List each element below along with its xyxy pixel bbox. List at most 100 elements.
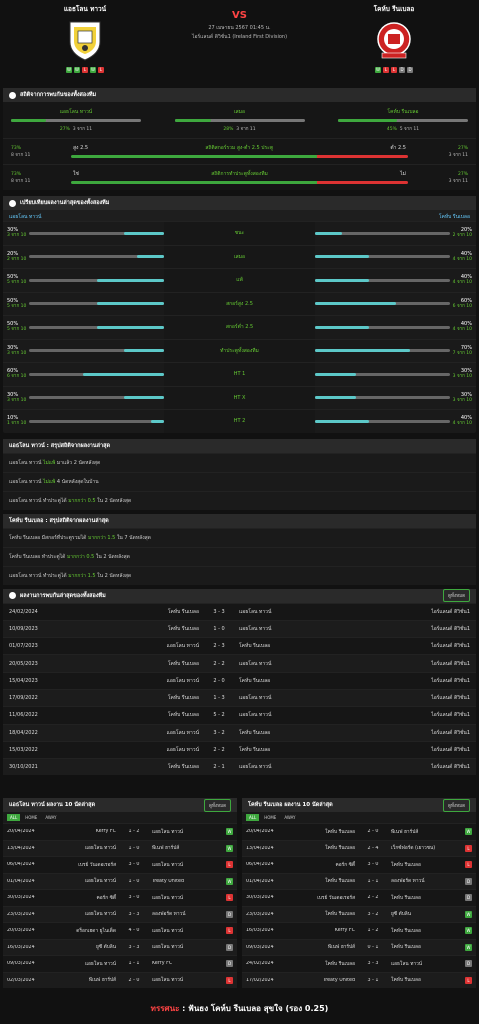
over-under-title: สถิติสกอร์รวม สูง-ต่ำ 2.5 ประตู — [205, 144, 274, 151]
compare-home-games: 1 จาก 10 — [7, 421, 27, 427]
compare-away-value: 20% 2 จาก 10 — [450, 227, 472, 239]
table-row[interactable]: 11/06/2022 โคห์บ รีนเบลอ 5 - 2 แอธโลน ทาวน์… — [3, 706, 476, 724]
btts-row: 73% 8 จาก 11 ใช่ สถิติการทำประตูทั้งสองทีม… — [3, 164, 476, 190]
home-team: Kerry FC — [95, 829, 116, 835]
compare-row: 30% 3 จาก 10 HT X 30% 3 จาก 10 — [3, 385, 476, 409]
table-row[interactable]: 10/09/2023 โคห์บ รีนเบลอ 1 - 0 แอธโลน ทาวน์… — [3, 619, 476, 638]
score: 3 - 3 — [367, 961, 379, 967]
match-date: 23/03/2024 — [246, 911, 274, 917]
score: 2 - 0 — [128, 977, 140, 983]
match-date: 15/04/2023 — [9, 677, 38, 684]
away-team: พีเนฟ ฮาร์ปส์ — [152, 846, 180, 852]
summary-text: ใน 2 นัดหลังสุด — [94, 553, 130, 560]
table-row[interactable]: 30/03/2024 คอร์ก ซิตี้ 3 - 0 แอธโลน ทาวน์ L — [3, 889, 237, 906]
away-win-bar — [338, 119, 468, 122]
vs-label: VS — [232, 10, 247, 21]
table-row[interactable]: 24/02/2024 โคห์บ รีนเบลอ 3 - 3 แอธโลน ทาวน์… — [3, 602, 476, 620]
view-all-button[interactable]: ดูทั้งหมด — [204, 798, 231, 812]
compare-home-value: 30% 3 จาก 10 — [7, 392, 29, 404]
table-row[interactable]: 01/04/2024 แอธโลน ทาวน์ 1 - 0 Treaty United… — [3, 872, 237, 889]
table-row[interactable]: 01/07/2023 แอธโลน ทาวน์ 2 - 3 โคห์บ รีนเบลอ… — [3, 637, 476, 655]
compare-home-games: 3 จาก 10 — [7, 233, 27, 239]
table-row[interactable]: 18/04/2022 แอธโลน ทาวน์ 3 - 2 โคห์บ รีนเบลอ… — [3, 723, 476, 741]
home-team[interactable]: แอธโลน ทาวน์ WWLWL — [30, 4, 140, 73]
compare-row: 60% 6 จาก 10 HT 1 30% 3 จาก 10 — [3, 362, 476, 386]
home-win-pct: 27% — [59, 127, 70, 132]
tab-all[interactable]: ALL — [246, 814, 260, 821]
table-row[interactable]: 20/04/2024 โคห์บ รีนเบลอ 2 - 0 พีเนฟ ฮาร์ปส… — [242, 823, 476, 840]
table-row[interactable]: 30/10/2021 โคห์บ รีนเบลอ 2 - 1 แอธโลน ทาวน์… — [3, 758, 476, 776]
compare-away-value: 40% 4 จาก 10 — [450, 415, 472, 427]
score: 3 - 2 — [367, 911, 379, 917]
table-row[interactable]: 13/04/2024 โคห์บ รีนเบลอ 2 - 4 เว็กซ์ฟอร์ด … — [242, 839, 476, 856]
tab-all[interactable]: ALL — [7, 814, 21, 821]
form-badge: L — [383, 67, 389, 73]
view-all-button[interactable]: ดูทั้งหมด — [443, 589, 470, 602]
home-last10-header: แอธโลน ทาวน์ ผลงาน 10 นัดล่าสุด ดูทั้งหมด — [3, 798, 237, 812]
compare-home-bar — [29, 325, 164, 329]
away-team[interactable]: โคห์บ รีนเบลอ WLLDD — [339, 4, 449, 73]
table-row[interactable]: 20/04/2024 Kerry FC 1 - 2 แอธโลน ทาวน์ W — [3, 823, 237, 840]
score: 4 - 0 — [128, 928, 140, 934]
table-row[interactable]: 23/03/2024 แอธโลน ทาวน์ 3 - 3 ลองฟอร์ด ทาวน… — [3, 905, 237, 922]
table-row[interactable]: 15/04/2023 แอธโลน ทาวน์ 2 - 0 โคห์บ รีนเบลอ… — [3, 671, 476, 689]
tab-home[interactable]: HOME — [22, 814, 40, 821]
btts-no-label: ไม่ — [400, 170, 406, 177]
tab-away[interactable]: AWAY — [42, 814, 59, 821]
table-row[interactable]: 20/05/2023 โคห์บ รีนเบลอ 2 - 2 แอธโลน ทาวน์… — [3, 654, 476, 672]
home-win-label: แอธโลน ทาวน์ — [59, 109, 93, 115]
view-all-button[interactable]: ดูทั้งหมด — [443, 798, 470, 812]
compare-away-bar — [315, 231, 450, 235]
table-row[interactable]: 16/03/2024 ยูซี ดับลิน 3 - 3 แอธโลน ทาวน์ D — [3, 938, 237, 955]
compare-label: สกอร์สูง 2.5 — [164, 292, 315, 315]
away-team: แอธโลน ทาวน์ — [239, 764, 272, 771]
away-team: เว็กซ์ฟอร์ด (เยาวชน) — [391, 846, 436, 852]
compare-section: เปรียบเทียบผลงานล่าสุดของทั้งสองทีม แอธโ… — [3, 196, 476, 433]
compare-home-value: 10% 1 จาก 10 — [7, 415, 29, 427]
result-badge: D — [226, 943, 233, 951]
table-row[interactable]: 01/04/2024 โคห์บ รีนเบลอ 1 - 1 ลองฟอร์ด ทาว… — [242, 872, 476, 889]
away-win-games: 5 จาก 11 — [399, 127, 420, 132]
h2h-stats-header: สถิติจากการพบกันของทั้งสองทีม — [3, 88, 476, 102]
draw-games: 3 จาก 11 — [236, 127, 256, 132]
away-summary: โคห์บ รีนเบลอ : สรุปสถิติจากผลงานล่าสุด … — [3, 513, 476, 585]
compare-away-bar — [315, 349, 450, 353]
score: 3 - 2 — [213, 729, 225, 736]
table-row[interactable]: 17/09/2022 โคห์บ รีนเบลอ 1 - 3 แอธโลน ทาวน์… — [3, 688, 476, 707]
tab-away[interactable]: AWAY — [281, 814, 298, 821]
home-team: แอธโลน ทาวน์ — [84, 846, 116, 852]
table-row[interactable]: 06/04/2024 คอร์ก ซิตี้ 3 - 0 โคห์บ รีนเบลอ L — [242, 856, 476, 873]
league: ไอร์แลนด์ ดิวิชั่น1 — [431, 764, 470, 771]
summary-text: ใน 2 นัดหลังสุด — [95, 497, 132, 504]
compare-away-value: 40% 4 จาก 10 — [450, 274, 472, 286]
result-badge: D — [226, 960, 233, 968]
table-row[interactable]: 15/03/2022 แอธโลน ทาวน์ 2 - 2 โคห์บ รีนเบลอ… — [3, 740, 476, 759]
compare-away-value: 60% 6 จาก 10 — [450, 298, 472, 310]
compare-home-games: 5 จาก 10 — [7, 280, 27, 286]
summary-text: แอธโลน ทาวน์ — [9, 478, 42, 485]
compare-label: HT 1 — [164, 363, 315, 386]
table-row[interactable]: 23/03/2024 โคห์บ รีนเบลอ 3 - 2 ยูซี ดับลิน W — [242, 905, 476, 922]
match-date: 30/03/2024 — [246, 895, 274, 901]
compare-away-value: 40% 4 จาก 10 — [450, 251, 472, 263]
compare-row: 50% 5 จาก 10 สกอร์สูง 2.5 60% 6 จาก 10 — [3, 291, 476, 315]
table-row[interactable]: 17/02/2024 Treaty United 3 - 1 โคห์บ รีนเบล… — [242, 971, 476, 988]
home-team-name: แอธโลน ทาวน์ — [63, 5, 107, 13]
match-date: 30/03/2024 — [7, 895, 35, 901]
away-team: แอธโลน ทาวน์ — [239, 695, 272, 702]
table-row[interactable]: 24/02/2024 โคห์บ รีนเบลอ 3 - 3 แอธโลน ทาวน์… — [242, 955, 476, 972]
compare-label: เสมอ — [164, 245, 315, 268]
table-row[interactable]: 13/04/2024 แอธโลน ทาวน์ 1 - 0 พีเนฟ ฮาร์ปส์… — [3, 839, 237, 856]
league: ไอร์แลนด์ ดิวิชั่น1 — [431, 729, 470, 736]
summary-text: มากกว่า 0.5 — [68, 497, 96, 504]
tab-home[interactable]: HOME — [261, 814, 279, 821]
table-row[interactable]: 30/03/2024 เบรย์ วันเดอเรอร์ส 2 - 2 โคห์บ ร… — [242, 889, 476, 906]
score: 2 - 0 — [367, 829, 379, 835]
table-row[interactable]: 09/03/2024 พีเนฟ ฮาร์ปส์ 0 - 1 โคห์บ รีนเบล… — [242, 938, 476, 955]
table-row[interactable]: 16/03/2024 Kerry FC 1 - 2 โคห์บ รีนเบลอ W — [242, 922, 476, 939]
table-row[interactable]: 02/03/2024 พีเนฟ ฮาร์ปส์ 2 - 0 แอธโลน ทาวน์… — [3, 971, 237, 988]
table-row[interactable]: 06/04/2024 เบรย์ วันเดอเรอร์ส 3 - 0 แอธโลน … — [3, 856, 237, 873]
home-team: Kerry FC — [334, 928, 355, 934]
table-row[interactable]: 09/03/2024 แอธโลน ทาวน์ 1 - 1 Kerry FC D — [3, 955, 237, 972]
table-row[interactable]: 20/03/2024 ดร็อกเฮดา ยูไนเต็ด 4 - 0 แอธโลน … — [3, 922, 237, 939]
